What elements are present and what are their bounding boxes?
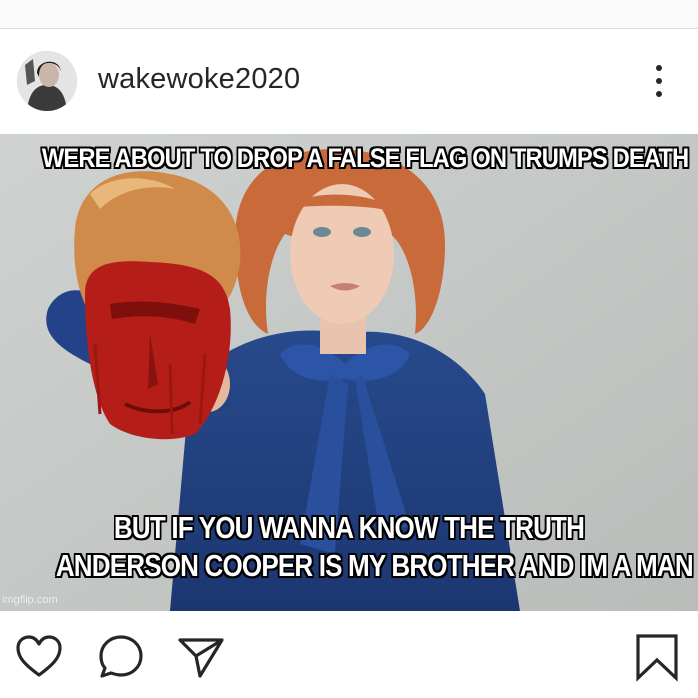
meme-top-text: WERE ABOUT TO DROP A FALSE FLAG ON TRUMP… <box>41 142 690 174</box>
meme-bottom-text: BUT IF YOU WANNA KNOW THE TRUTH ANDERSON… <box>55 509 694 585</box>
avatar[interactable] <box>17 51 77 111</box>
heart-icon <box>16 635 62 677</box>
watermark: imgflip.com <box>2 594 58 606</box>
post-image[interactable]: WERE ABOUT TO DROP A FALSE FLAG ON TRUMP… <box>0 134 698 611</box>
meme-bottom-line-1: BUT IF YOU WANNA KNOW THE TRUTH <box>113 509 585 546</box>
more-dot <box>656 78 662 84</box>
username[interactable]: wakewoke2020 <box>98 59 300 99</box>
meme-bottom-line-2: ANDERSON COOPER IS MY BROTHER AND IM A M… <box>55 547 694 584</box>
post-header: wakewoke2020 <box>0 29 698 129</box>
bookmark-icon <box>636 634 678 682</box>
comment-button[interactable] <box>96 632 146 682</box>
send-icon <box>178 638 224 678</box>
more-vertical-icon <box>656 65 662 71</box>
more-dot <box>656 91 662 97</box>
more-options-button[interactable] <box>640 59 680 103</box>
comment-icon <box>99 635 143 678</box>
top-strip <box>0 0 698 29</box>
save-button[interactable] <box>632 632 682 682</box>
avatar-photo-icon <box>17 51 77 111</box>
like-button[interactable] <box>14 632 64 682</box>
post-actions <box>0 612 698 698</box>
share-button[interactable] <box>176 632 226 682</box>
